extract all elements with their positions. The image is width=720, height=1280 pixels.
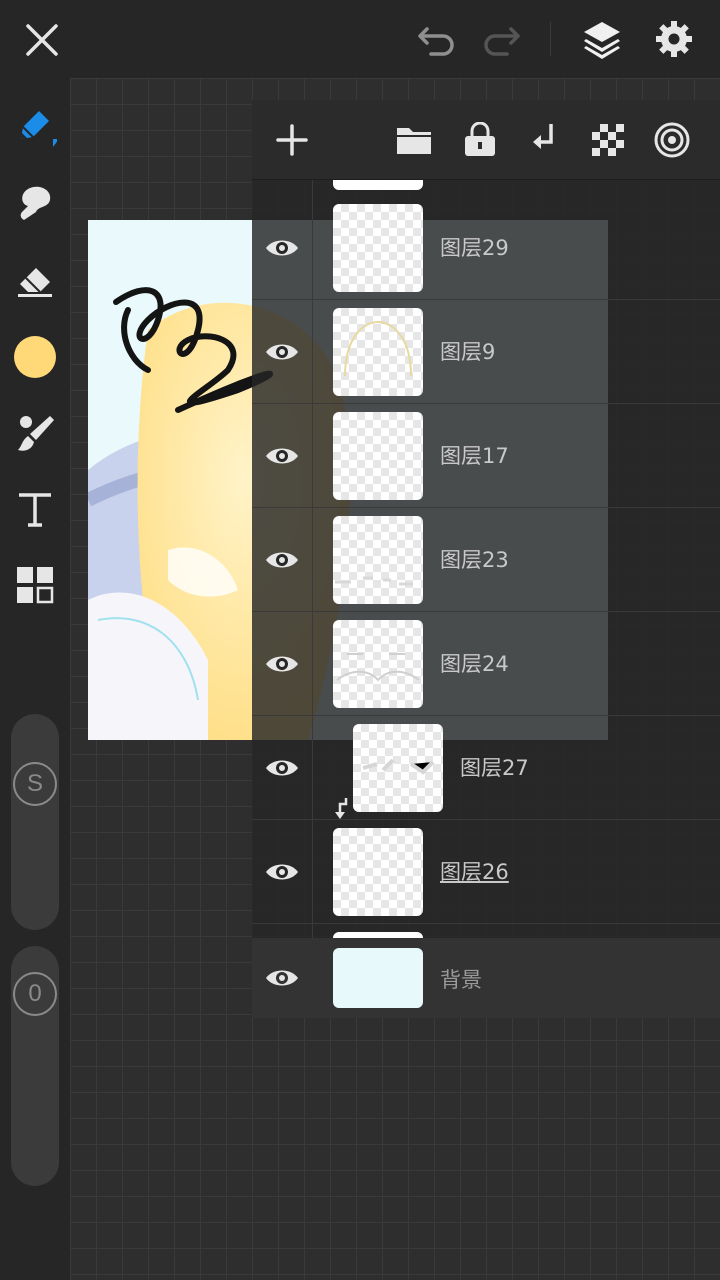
lock-icon[interactable] [458, 118, 502, 162]
layer-thumbnail [333, 828, 423, 916]
layer-thumbnail [333, 620, 423, 708]
layer-name: 图层27 [460, 756, 529, 780]
layer-row[interactable]: 图层17 [252, 404, 720, 508]
layer-thumbnail [333, 308, 423, 396]
brush-size-slider[interactable]: S [11, 714, 59, 930]
layer-thumbnail [333, 412, 423, 500]
layer-thumbnail [353, 724, 443, 812]
add-layer-icon[interactable] [270, 118, 314, 162]
brush-tool-icon[interactable] [10, 408, 60, 458]
brush-opacity-slider[interactable]: 0 [11, 946, 59, 1186]
visibility-eye-icon[interactable] [260, 748, 304, 788]
layer-row-selected[interactable]: 图层26 [252, 820, 720, 924]
layer-row[interactable]: 图层23 [252, 508, 720, 612]
layer-row[interactable]: 图层29 [252, 196, 720, 300]
top-toolbar [0, 0, 720, 92]
layer-thumbnail [333, 516, 423, 604]
toolbar-divider [550, 22, 551, 56]
app-root: S 0 图层29 图层9 图层17 图层23 图层24 图层27 图层26 背景 [0, 0, 720, 1280]
layer-thumbnail-partial [333, 180, 423, 190]
transparency-lock-icon[interactable] [586, 118, 630, 162]
visibility-eye-icon[interactable] [260, 540, 304, 580]
text-icon[interactable] [10, 484, 60, 534]
undo-icon[interactable] [414, 18, 460, 62]
layer-panel: 图层29 图层9 图层17 图层23 图层24 图层27 图层26 背景 [252, 100, 720, 1018]
opacity-slider-knob[interactable]: 0 [13, 972, 57, 1016]
background-layer-name: 背景 [440, 968, 482, 992]
color-icon[interactable] [10, 332, 60, 382]
blend-icon[interactable] [650, 118, 694, 162]
folder-icon[interactable] [392, 118, 436, 162]
layer-name: 图层9 [440, 340, 496, 364]
pen-icon[interactable] [10, 100, 60, 150]
layer-panel-toolbar [252, 100, 720, 180]
layer-row[interactable]: 图层27 [252, 716, 720, 820]
visibility-eye-icon[interactable] [260, 332, 304, 372]
visibility-eye-icon[interactable] [260, 644, 304, 684]
layer-name: 图层29 [440, 236, 509, 260]
layer-row[interactable]: 图层9 [252, 300, 720, 404]
size-slider-knob[interactable]: S [13, 762, 57, 806]
clip-icon[interactable] [522, 118, 566, 162]
layer-thumbnail [333, 204, 423, 292]
smudge-icon[interactable] [10, 178, 60, 228]
layer-name: 图层24 [440, 652, 509, 676]
left-toolbar: S 0 [0, 78, 70, 1280]
background-color-swatch[interactable] [333, 948, 423, 1008]
layer-name: 图层17 [440, 444, 509, 468]
redo-icon[interactable] [478, 18, 524, 62]
visibility-eye-icon[interactable] [260, 958, 304, 998]
visibility-eye-icon[interactable] [260, 436, 304, 476]
layer-name: 图层23 [440, 548, 509, 572]
visibility-eye-icon[interactable] [260, 852, 304, 892]
settings-icon[interactable] [650, 16, 698, 62]
background-layer-row[interactable]: 背景 [252, 938, 720, 1018]
layer-row[interactable]: 图层24 [252, 612, 720, 716]
visibility-eye-icon[interactable] [260, 228, 304, 268]
layer-name: 图层26 [440, 860, 509, 884]
layers-icon[interactable] [578, 14, 626, 64]
eraser-icon[interactable] [10, 254, 60, 304]
material-icon[interactable] [10, 560, 60, 610]
close-icon[interactable] [18, 16, 66, 64]
